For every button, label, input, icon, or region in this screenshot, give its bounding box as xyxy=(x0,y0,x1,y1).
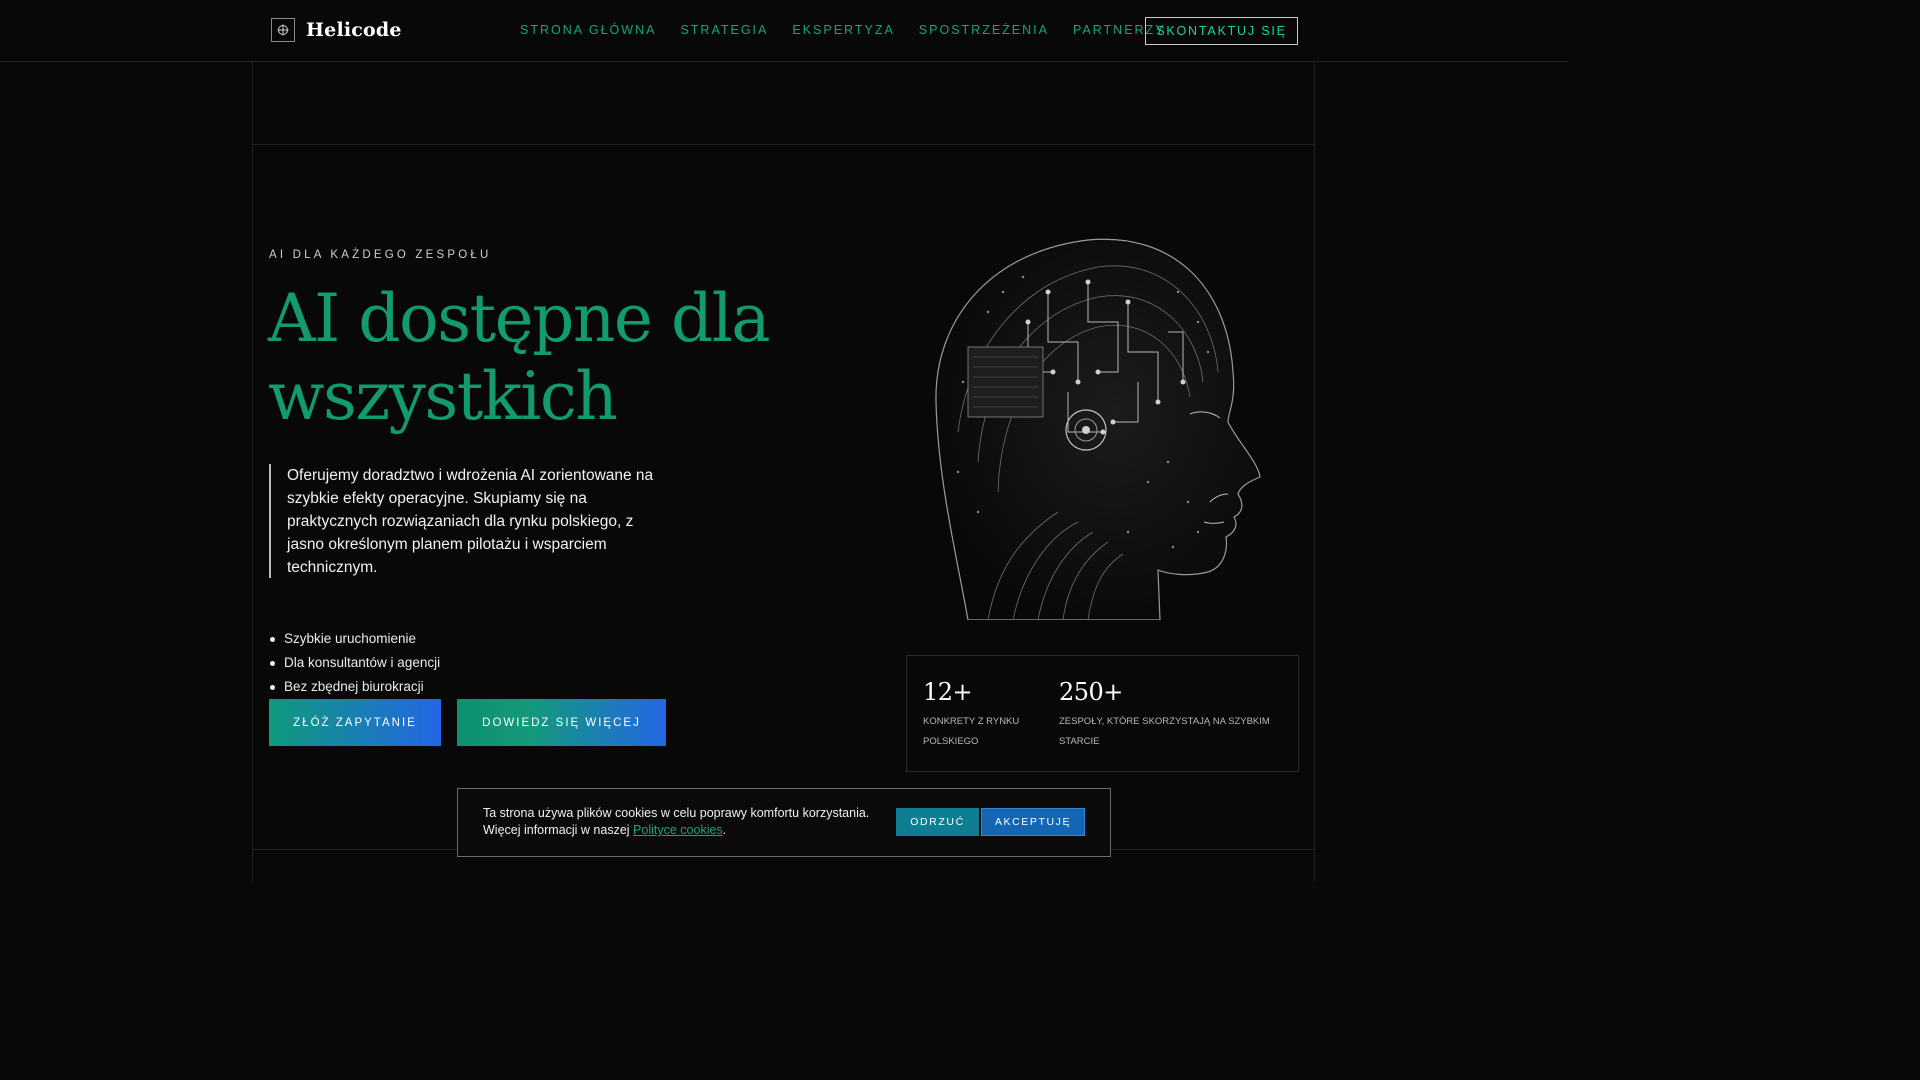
cookie-banner: Ta strona używa plików cookies w celu po… xyxy=(457,788,1111,857)
list-item: Bez zbędnej biurokracji xyxy=(269,675,440,699)
main-nav: STRONA GŁÓWNA STRATEGIA EKSPERTYZA SPOST… xyxy=(520,23,1190,37)
list-item: Dla konsultantów i agencji xyxy=(269,651,440,675)
frame-line-left xyxy=(252,62,253,882)
cookie-text-suffix: . xyxy=(722,823,727,837)
hero-eyebrow: AI DLA KAŻDEGO ZESPOŁU xyxy=(269,249,492,261)
hero-description: Oferujemy doradztwo i wdrożenia AI zorie… xyxy=(269,464,669,578)
ai-head-illustration xyxy=(935,238,1261,620)
stat-label: KONKRETY Z RYNKU POLSKIEGO xyxy=(923,716,1020,747)
cookie-policy-link[interactable]: Polityce cookies xyxy=(633,823,723,837)
stat-item: 12+ KONKRETY Z RYNKU POLSKIEGO xyxy=(923,678,1043,752)
stat-item: 250+ ZESPOŁY, KTÓRE SKORZYSTAJĄ NA SZYBK… xyxy=(1059,678,1284,752)
frame-line-top xyxy=(252,144,1315,145)
nav-item-strategy[interactable]: STRATEGIA xyxy=(680,23,768,37)
hero-title: AI dostępne dla wszystkich xyxy=(268,280,771,435)
stat-value: 250+ xyxy=(1059,678,1123,706)
submit-inquiry-button[interactable]: ZŁÓŻ ZAPYTANIE xyxy=(269,699,441,746)
site-header: Helicode STRONA GŁÓWNA STRATEGIA EKSPERT… xyxy=(0,0,1568,62)
feature-list: Szybkie uruchomienie Dla konsultantów i … xyxy=(269,627,440,699)
contact-button[interactable]: SKONTAKTUJ SIĘ xyxy=(1145,17,1298,45)
cookie-text-line1: Ta strona używa plików cookies w celu po… xyxy=(483,806,870,820)
frame-line-right xyxy=(1314,62,1315,882)
nav-item-home[interactable]: STRONA GŁÓWNA xyxy=(520,23,656,37)
list-item: Szybkie uruchomienie xyxy=(269,627,440,651)
logo[interactable]: Helicode xyxy=(271,18,402,42)
cookie-text-line2: Więcej informacji w naszej xyxy=(483,823,634,837)
learn-more-button[interactable]: DOWIEDZ SIĘ WIĘCEJ xyxy=(457,699,666,746)
crosshair-icon xyxy=(271,18,295,42)
nav-item-insights[interactable]: SPOSTRZEŻENIA xyxy=(919,23,1049,37)
stat-value: 12+ xyxy=(923,678,973,706)
cookie-text: Ta strona używa plików cookies w celu po… xyxy=(483,805,893,839)
nav-item-expertise[interactable]: EKSPERTYZA xyxy=(792,23,894,37)
stat-label: ZESPOŁY, KTÓRE SKORZYSTAJĄ NA SZYBKIM ST… xyxy=(1059,716,1270,747)
logo-text: Helicode xyxy=(306,19,402,41)
reject-cookies-button[interactable]: ODRZUĆ xyxy=(896,808,979,836)
stats-panel: 12+ KONKRETY Z RYNKU POLSKIEGO 250+ ZESP… xyxy=(906,655,1299,772)
accept-cookies-button[interactable]: AKCEPTUJĘ xyxy=(981,808,1085,836)
